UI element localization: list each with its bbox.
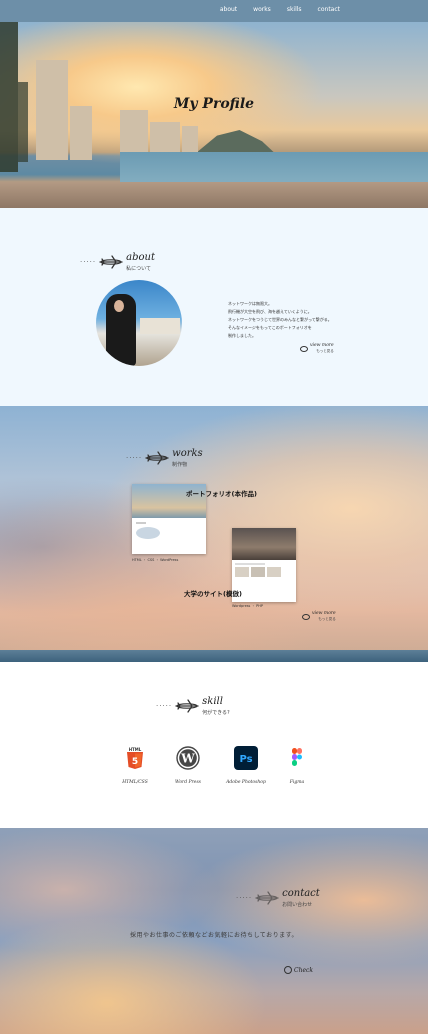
nav-link-contact[interactable]: contact: [318, 6, 340, 13]
works-heading: ····· works 制作物: [126, 448, 203, 468]
html5-icon: HTML 5: [127, 747, 143, 769]
about-text: ネットワークは無限大。 飛行機が大空を飛び、海を越えていくように。 ネットワーク…: [228, 300, 378, 340]
contact-subtitle: お問い合わせ: [282, 901, 313, 908]
magnifier-icon: [284, 966, 292, 974]
dots-decoration: ·····: [156, 702, 173, 710]
works-title: works: [172, 447, 203, 459]
nav-link-about[interactable]: about: [220, 6, 237, 13]
airplane-icon: [145, 451, 169, 465]
works-view-more-button[interactable]: view more もっと見る: [302, 611, 336, 622]
work-title: ポートフォリオ(本作品): [186, 490, 257, 498]
nav-link-skills[interactable]: skills: [287, 6, 302, 13]
view-more-label: view more: [310, 343, 334, 348]
skill-heading: ····· skill 何ができる?: [156, 696, 230, 716]
airplane-icon: [175, 699, 199, 713]
skill-item-figma: Figma: [272, 746, 322, 785]
hero-title: My Profile: [173, 96, 255, 112]
contact-message: 採用やお仕事のご依頼などお気軽にお待ちしております。: [129, 932, 299, 939]
skill-title: skill: [202, 695, 223, 707]
works-sea: [0, 650, 428, 662]
work-title: 大学のサイト(模倣): [184, 590, 242, 598]
eye-icon: [302, 613, 310, 620]
photo-face: [114, 300, 124, 312]
photo-building: [140, 318, 180, 334]
dots-decoration: ·····: [236, 894, 253, 902]
top-nav: about works skills contact: [0, 0, 428, 22]
hero-section: My Profile: [0, 22, 428, 208]
work-thumbnail-body: [232, 560, 296, 580]
about-text-line: 制作しました。: [228, 333, 256, 338]
dots-decoration: ·····: [126, 454, 143, 462]
skill-label: Adobe Photoshop: [226, 780, 266, 785]
nav-links: about works skills contact: [220, 6, 340, 13]
about-section: ····· about 私について ネットワークは無限大。 飛行機が大空を飛び、…: [0, 208, 428, 406]
hero-palm: [18, 82, 28, 162]
eye-icon: [300, 345, 308, 352]
photoshop-badge-label: Ps: [239, 754, 252, 765]
works-section: ····· works 制作物 ポートフォリオ(本作品) HTML ・ CSS …: [0, 406, 428, 662]
skill-item-wordpress: W Word Press: [163, 746, 213, 785]
skill-item-photoshop: Ps Adobe Photoshop: [221, 746, 271, 785]
hero-sand: [0, 182, 428, 208]
skill-subtitle: 何ができる?: [202, 709, 230, 716]
nav-link-works[interactable]: works: [253, 6, 271, 13]
work-thumbnail-body: [132, 518, 206, 543]
html5-badge-label: HTML: [129, 747, 142, 752]
skill-label: Figma: [289, 780, 305, 785]
skill-label: HTML/CSS: [122, 780, 148, 785]
works-subtitle: 制作物: [172, 461, 188, 468]
svg-text:5: 5: [132, 757, 138, 767]
hero-building: [70, 106, 92, 160]
skill-item-html-css: HTML 5 HTML/CSS: [110, 746, 160, 785]
about-text-line: 飛行機が大空を飛び、海を越えていくように。: [228, 309, 312, 314]
view-more-sublabel: もっと見る: [318, 616, 336, 621]
wordpress-icon: W: [176, 746, 200, 770]
airplane-icon: [255, 891, 279, 905]
check-label: Check: [294, 966, 314, 974]
about-subtitle: 私について: [126, 265, 151, 272]
contact-section: ····· contact お問い合わせ 採用やお仕事のご依頼などお気軽にお待ち…: [0, 828, 428, 1034]
view-more-label: view more: [312, 611, 336, 616]
about-view-more-button[interactable]: view more もっと見る: [300, 343, 334, 354]
view-more-sublabel: もっと見る: [316, 348, 334, 353]
about-heading: ····· about 私について: [80, 252, 155, 272]
photoshop-icon: Ps: [234, 746, 258, 770]
dots-decoration: ·····: [80, 258, 97, 266]
figma-icon: [292, 748, 302, 766]
work-tech: HTML ・ CSS ・ WordPress: [132, 558, 179, 562]
about-text-line: そんなイメージをもってこのポートフォリオを: [228, 325, 312, 330]
about-text-line: ネットワークは無限大。: [228, 301, 272, 306]
work-thumbnail: [232, 528, 296, 560]
about-title: about: [126, 251, 155, 263]
work-tech: Wordpress ・ PHP: [232, 604, 263, 608]
contact-check-button[interactable]: Check: [284, 966, 313, 974]
contact-title: contact: [282, 887, 320, 899]
contact-heading: ····· contact お問い合わせ: [236, 888, 320, 908]
skill-section: ····· skill 何ができる? HTML 5 HTML/CSS W Wor…: [0, 662, 428, 828]
profile-photo: [96, 280, 182, 366]
skill-label: Word Press: [175, 780, 201, 785]
airplane-icon: [99, 255, 123, 269]
about-text-line: ネットワークをつうじて世界のみんなと繋がって繋がる。: [228, 317, 332, 322]
svg-text:W: W: [180, 752, 195, 766]
